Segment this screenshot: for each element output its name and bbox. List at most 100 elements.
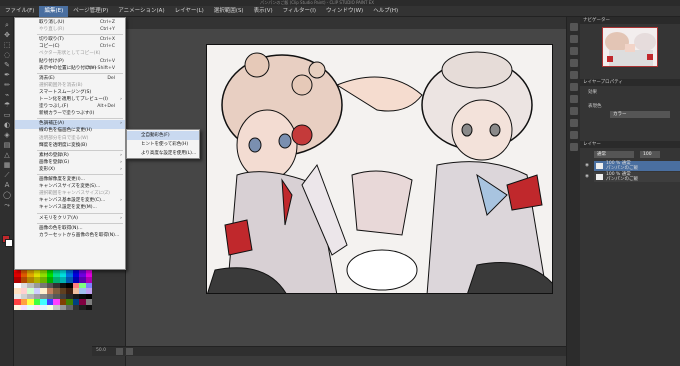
pen-icon[interactable]: ✒: [2, 71, 12, 79]
brush-size-dock-icon[interactable]: [570, 47, 578, 55]
menu-separator: [37, 222, 123, 224]
artwork-illustration: [207, 51, 552, 293]
menu-item-label: トーン化を適用してプレビュー(I): [39, 97, 108, 102]
airbrush-icon[interactable]: ☂: [2, 101, 12, 109]
move-icon[interactable]: ✥: [2, 31, 12, 39]
eyedropper-icon[interactable]: ✎: [2, 61, 12, 69]
menu-item-label: スマートスムージング(S): [39, 89, 92, 95]
search-dock-icon[interactable]: [570, 107, 578, 115]
menu-item-label: コピー(C): [39, 44, 60, 50]
history-dock-icon[interactable]: [570, 83, 578, 91]
settings-dock-icon[interactable]: [570, 143, 578, 151]
layer-panel-header: レイヤー: [580, 141, 680, 148]
figure-icon[interactable]: △: [2, 151, 12, 159]
menu-separator: [37, 72, 123, 74]
correct-line-icon[interactable]: ⤳: [2, 201, 12, 209]
tool-palette: ⌕ ✥ ⬚ ◌ ✎ ✒ ✏ ⌁ ☂ ▭ ◐ ◈ ▤ △ ▦ ⟋ A ◯ ⤳: [0, 17, 14, 366]
text-icon[interactable]: A: [2, 181, 12, 189]
pencil-icon[interactable]: ✏: [2, 81, 12, 89]
colorize-submenu-item[interactable]: より高度な設定を使用(L)...: [127, 149, 199, 158]
menu-item-label: カラーセットから画像の色を取得(N)...: [39, 232, 120, 238]
menu-item-label: 消去(E): [39, 75, 55, 81]
menu-7[interactable]: フィルター(I): [278, 6, 321, 17]
artwork-canvas[interactable]: [206, 44, 553, 294]
menu-item-label: 塗りつぶし(F): [39, 104, 69, 110]
eye-icon[interactable]: ◉: [585, 172, 589, 182]
blend-icon[interactable]: ◐: [2, 121, 12, 129]
edit-menu: 取り消し(U) Ctrl+Z やり直し(R) Ctrl+Y 切り取り(T) Ctrl+X コ…: [14, 17, 126, 270]
menu-item-label: 色調補正(A): [39, 121, 65, 127]
menu-5[interactable]: 選択範囲(S): [209, 6, 249, 17]
color-swatch[interactable]: [85, 304, 92, 310]
frame-icon[interactable]: ▦: [2, 161, 12, 169]
lasso-icon[interactable]: ◌: [2, 51, 12, 59]
menu-item-label: 切り取り(T): [39, 37, 64, 43]
menu-item-label: 画像解像度を変更(I)...: [39, 177, 86, 182]
menu-8[interactable]: ウィンドウ(W): [321, 6, 368, 17]
menu-item-label: 透明部分を白で塗る(W): [39, 135, 89, 141]
layer-property-header: レイヤープロパティ: [580, 79, 680, 86]
menu-3[interactable]: アニメーション(A): [113, 6, 169, 17]
colorize-submenu: 全自動彩色(F) ヒントを使って彩色(H) より高度な設定を使用(L)...: [126, 129, 200, 159]
zoom-level: 50.0: [96, 348, 107, 353]
opacity-field[interactable]: 100: [640, 151, 660, 158]
balloon-icon[interactable]: ◯: [2, 191, 12, 199]
menu-item-label: 素材の登録(R): [39, 152, 69, 158]
effect-label: 効果: [588, 90, 597, 95]
material-dock-icon[interactable]: [570, 71, 578, 79]
menu-separator: [37, 34, 123, 36]
eraser-icon[interactable]: ▭: [2, 111, 12, 119]
colorize-submenu-item[interactable]: 全自動彩色(F): [127, 131, 199, 140]
layer-thumbnail: [596, 163, 603, 169]
navigator-thumbnail[interactable]: [602, 27, 658, 67]
menu-item-label: 輝度を透明度に変換(B): [39, 142, 88, 148]
panel-dock: [566, 17, 580, 366]
navigator-dock-icon[interactable]: [570, 23, 578, 31]
menu-item-label: 画像の色を取得(N)...: [39, 225, 83, 231]
layer-sub-name: パンパンのご飯: [606, 177, 638, 182]
info-dock-icon[interactable]: [570, 119, 578, 127]
zoom-icon[interactable]: ⌕: [2, 21, 12, 29]
menu-item-label: 画像を登録(G): [39, 159, 70, 165]
eye-icon[interactable]: ◉: [585, 161, 589, 171]
blend-mode-select[interactable]: 通常: [594, 151, 634, 158]
colorize-submenu-item[interactable]: ヒントを使って彩色(H): [127, 140, 199, 149]
menu-2[interactable]: ページ管理(P): [68, 6, 113, 17]
menu-item-label: 選択範囲をキャンバスサイズに(Z): [39, 191, 110, 197]
layer-dock-icon[interactable]: [570, 95, 578, 103]
layer-row[interactable]: ◉ 100 % 通常 パンパンのご飯: [585, 172, 680, 182]
expression-label: 表現色: [588, 104, 602, 109]
menu-4[interactable]: レイヤー(L): [170, 6, 209, 17]
property-dock-icon[interactable]: [570, 35, 578, 43]
sub-color-swatch[interactable]: [5, 239, 13, 247]
gradient-icon[interactable]: ▤: [2, 141, 12, 149]
color-dock-icon[interactable]: [570, 59, 578, 67]
layer-thumbnail: [596, 174, 603, 180]
expression-color-select[interactable]: カラー: [610, 111, 670, 118]
menu-item-label: 線の色を描画色に変更(H): [39, 128, 92, 134]
right-panel: ナビゲーター レイヤープロパティ 効果 表現色 カラー レイヤー 通常 100 …: [580, 17, 680, 366]
menu-9[interactable]: ヘルプ(H): [368, 6, 403, 17]
menu-item-label: キャンバス基本設定を変更(C)...: [39, 198, 106, 204]
edit-menu-item[interactable]: カラーセットから画像の色を取得(N)...: [15, 232, 125, 241]
item-dock-icon[interactable]: [570, 131, 578, 139]
menu-item-label: キャンバス設定を変更(M)...: [39, 205, 97, 211]
menu-separator: [37, 212, 123, 214]
menu-0[interactable]: ファイル(F): [0, 6, 39, 17]
color-set-palette[interactable]: [14, 266, 92, 310]
brush-icon[interactable]: ⌁: [2, 91, 12, 99]
menu-item-label: 変形(X): [39, 166, 55, 172]
menu-6[interactable]: 表示(V): [249, 6, 278, 17]
zoom-out-icon[interactable]: [116, 348, 123, 355]
menu-item-label: メモリをクリア(A): [39, 215, 78, 221]
menu-item-label: 選択範囲外を消去(B): [39, 82, 83, 88]
zoom-in-icon[interactable]: [126, 348, 133, 355]
ruler-icon[interactable]: ⟋: [2, 171, 12, 179]
menu-item-label: やり直し(R): [39, 27, 65, 33]
select-icon[interactable]: ⬚: [2, 41, 12, 49]
menu-item-label: 取り消し(U): [39, 20, 65, 25]
menu-1[interactable]: 編集(E): [39, 5, 69, 17]
navigator-header: ナビゲーター: [580, 17, 680, 24]
menu-bar: ファイル(F) 編集(E) ページ管理(P) アニメーション(A) レイヤー(L) 選択範…: [0, 5, 680, 17]
fill-icon[interactable]: ◈: [2, 131, 12, 139]
